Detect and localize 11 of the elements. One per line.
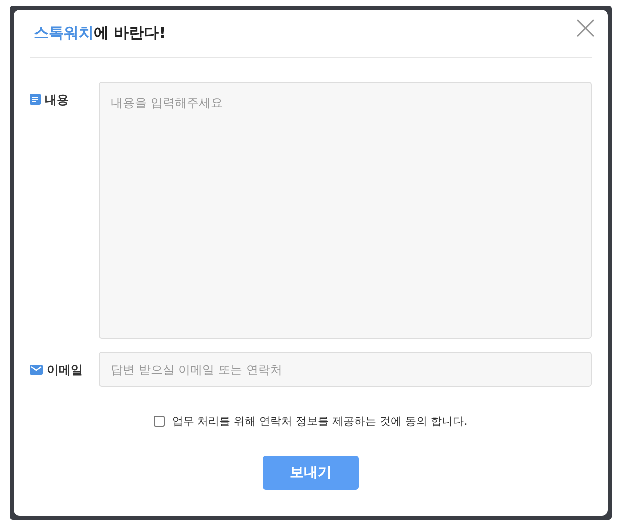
field-label: 내용 (45, 92, 69, 109)
consent-label: 업무 처리를 위해 연락처 정보를 제공하는 것에 동의 합니다. (172, 414, 468, 429)
note-icon (30, 94, 41, 105)
email-field[interactable]: 답변 받으실 이메일 또는 연락처 (99, 352, 592, 387)
consent-checkbox[interactable] (154, 416, 166, 427)
content-field[interactable]: 내용을 입력해주세요 (99, 82, 592, 339)
close-button[interactable]: × (572, 16, 600, 40)
mail-icon (30, 365, 43, 375)
dialog-title: 스톡워치에 바란다! (34, 24, 166, 43)
send-button[interactable]: 보내기 (263, 456, 359, 490)
field-label: 이메일 (47, 362, 83, 379)
